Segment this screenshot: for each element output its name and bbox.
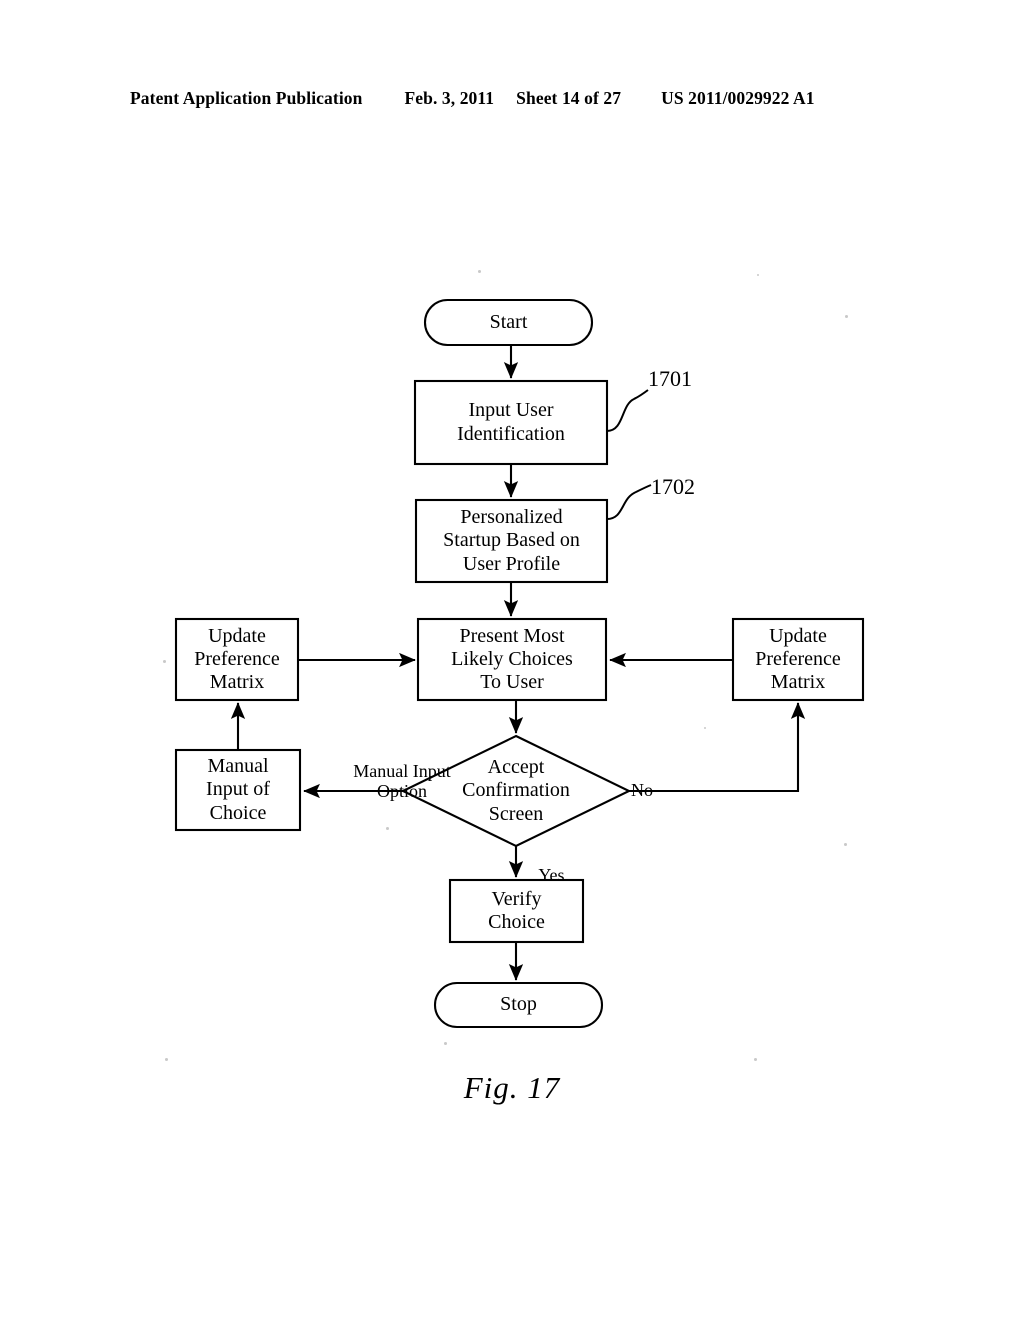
- node-update-preference-matrix-left-shape: [174, 617, 300, 702]
- reference-numeral-1702: 1702: [651, 474, 695, 499]
- patent-drawing-page: Patent Application Publication Feb. 3, 2…: [0, 0, 1024, 1320]
- leader-line-1702: [606, 484, 652, 520]
- leader-line-1701: [606, 389, 649, 432]
- connector-decision-no-to-right-matrix: [629, 702, 806, 793]
- node-personalized-startup-shape: [414, 498, 609, 584]
- node-start-shape: [423, 298, 594, 347]
- node-input-user-identification-shape: [413, 379, 609, 466]
- edge-label-yes: Yes: [538, 864, 565, 885]
- figure-caption: Fig. 17: [463, 1070, 561, 1105]
- reference-numeral-1701: 1701: [648, 366, 692, 391]
- node-present-most-likely-choices-shape: [416, 617, 608, 702]
- flowchart-diagram: [174, 298, 865, 1029]
- node-manual-input-of-choice-shape: [174, 748, 302, 832]
- edge-label-manual-input-option: Manual Input Option: [353, 760, 451, 801]
- node-stop-shape: [433, 981, 604, 1029]
- edge-label-no: No: [631, 779, 653, 800]
- node-update-preference-matrix-right-shape: [731, 617, 865, 702]
